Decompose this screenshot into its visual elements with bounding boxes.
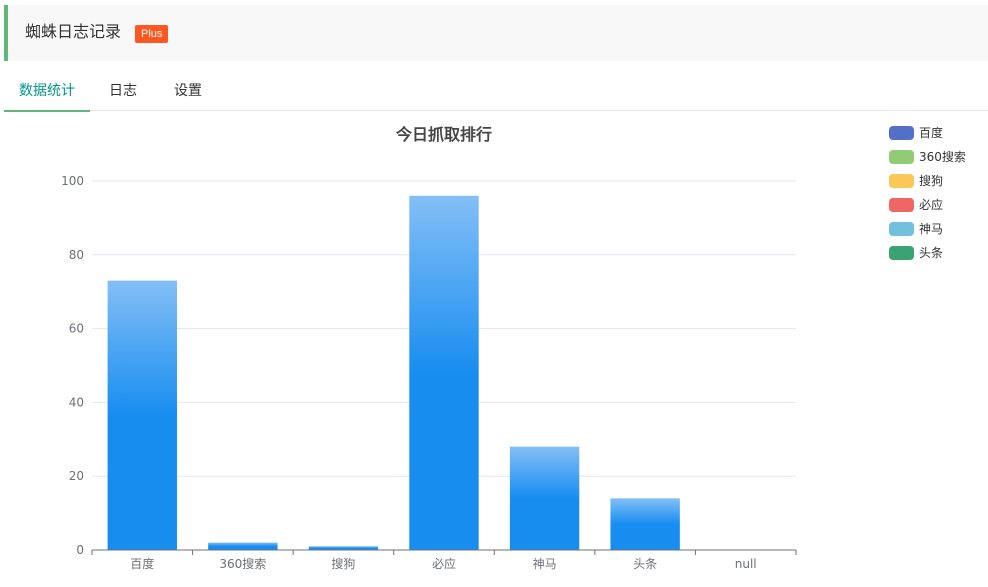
legend-swatch xyxy=(889,246,914,260)
legend-label: 百度 xyxy=(919,126,944,140)
y-tick-label: 20 xyxy=(69,469,84,483)
bar-4 xyxy=(509,446,580,550)
legend-label: 搜狗 xyxy=(919,174,944,188)
x-tick-label: null xyxy=(735,557,757,571)
y-tick-label: 60 xyxy=(69,322,84,336)
legend-label: 必应 xyxy=(919,198,944,212)
bar-0 xyxy=(107,280,177,550)
y-tick-label: 0 xyxy=(76,543,84,557)
x-tick-label: 头条 xyxy=(633,557,657,571)
chart-title: 今日抓取排行 xyxy=(395,125,492,144)
plus-badge: Plus xyxy=(135,25,169,43)
y-tick-label: 40 xyxy=(69,395,84,409)
x-tick-label: 必应 xyxy=(432,556,456,571)
legend-label: 头条 xyxy=(919,246,944,260)
bar-1 xyxy=(208,542,278,550)
y-tick-label: 100 xyxy=(61,174,84,188)
legend-swatch xyxy=(889,222,914,236)
tab-logs[interactable]: 日志 xyxy=(101,74,145,111)
tab-bar: 数据统计 日志 设置 xyxy=(4,74,988,112)
legend-swatch xyxy=(889,126,914,140)
tab-statistics[interactable]: 数据统计 xyxy=(4,74,90,112)
x-tick-label: 神马 xyxy=(533,557,557,571)
page-header: 蜘蛛日志记录 Plus xyxy=(4,5,988,61)
bar-5 xyxy=(610,498,680,550)
x-tick-label: 360搜索 xyxy=(219,556,266,571)
x-tick-label: 百度 xyxy=(130,556,154,571)
tab-settings[interactable]: 设置 xyxy=(166,74,210,111)
legend-label: 神马 xyxy=(919,222,944,236)
x-tick-label: 搜狗 xyxy=(331,556,355,571)
bar-3 xyxy=(409,195,479,550)
bar-chart: 今日抓取排行 0 20 40 60 80 100 百度 360搜索 搜狗 必应 神马 头条 null xyxy=(61,125,797,571)
legend-label: 360搜索 xyxy=(919,150,966,164)
bar-2 xyxy=(308,546,379,550)
y-tick-label: 80 xyxy=(69,248,84,262)
legend-swatch xyxy=(889,174,914,188)
page-title: 蜘蛛日志记录 xyxy=(25,22,122,41)
legend-swatch xyxy=(889,198,914,212)
chart-container: 今日抓取排行 0 20 40 60 80 100 百度 360搜索 搜狗 必应 神马 头条 null xyxy=(0,112,988,587)
legend-swatch xyxy=(889,150,914,164)
